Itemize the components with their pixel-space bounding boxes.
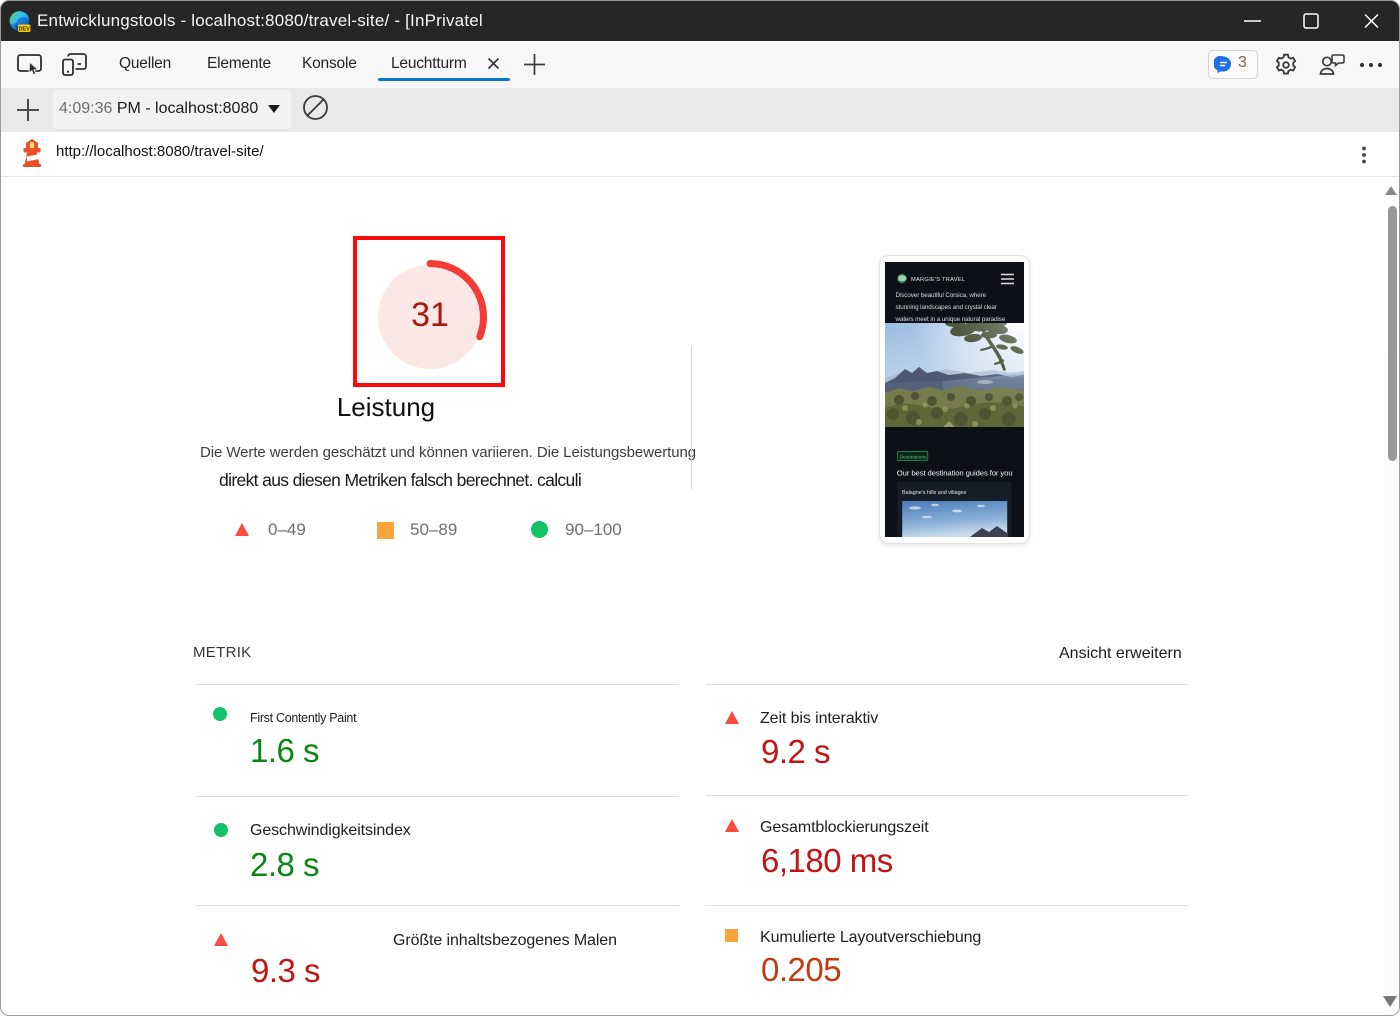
svg-text:Discover beautiful Corsica, wh: Discover beautiful Corsica, where xyxy=(896,292,987,299)
svg-text:Balagne's hills and villages: Balagne's hills and villages xyxy=(902,490,967,496)
svg-text:Our best destination guides fo: Our best destination guides for you xyxy=(897,469,1013,478)
svg-text:Destinations: Destinations xyxy=(900,455,927,461)
svg-text:stunning landscapes and crysta: stunning landscapes and crystal clear xyxy=(896,304,997,311)
svg-text:waters meet in a unique natura: waters meet in a unique natural paradise xyxy=(895,316,1006,323)
svg-text:MARGIE'S TRAVEL: MARGIE'S TRAVEL xyxy=(911,277,965,283)
svg-text:DEV: DEV xyxy=(19,26,30,32)
